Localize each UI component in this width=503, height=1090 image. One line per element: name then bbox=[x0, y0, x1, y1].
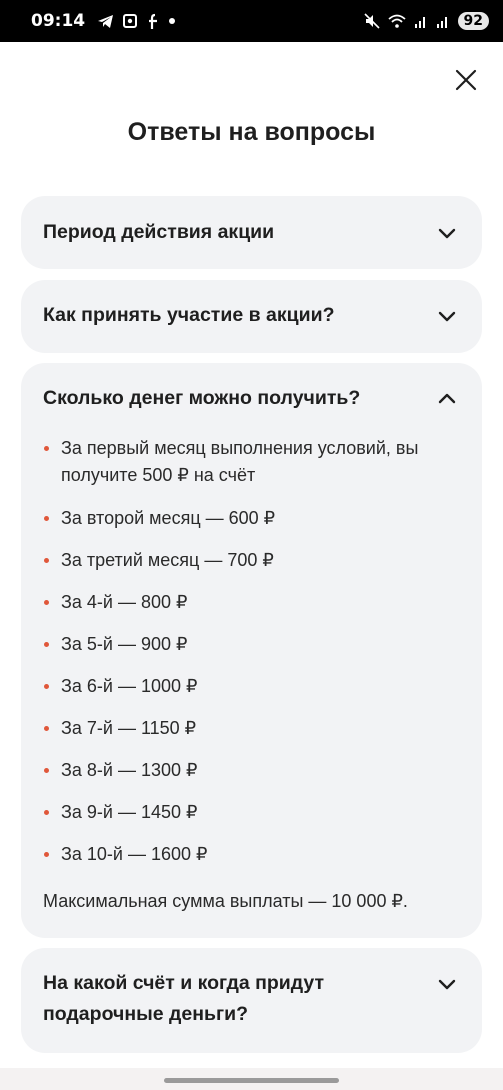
list-item: За 9-й — 1450 ₽ bbox=[43, 799, 460, 826]
chevron-down-icon[interactable] bbox=[436, 973, 458, 995]
chevron-up-icon[interactable] bbox=[436, 387, 458, 409]
faq-question[interactable]: Сколько денег можно получить? bbox=[21, 363, 482, 414]
list-item: За 4-й — 800 ₽ bbox=[43, 589, 460, 616]
status-right-icons: 92 bbox=[363, 12, 489, 30]
wifi-icon bbox=[387, 14, 406, 28]
battery-level: 92 bbox=[457, 12, 489, 30]
dot-icon bbox=[169, 18, 176, 24]
faq-item-participation[interactable]: Как принять участие в акции? bbox=[21, 280, 482, 353]
list-item: За первый месяц выполнения условий, вы п… bbox=[43, 435, 433, 489]
faq-question[interactable]: Как принять участие в акции? bbox=[21, 280, 482, 331]
list-item: За 7-й — 1150 ₽ bbox=[43, 715, 460, 742]
close-icon[interactable] bbox=[450, 64, 482, 96]
home-indicator[interactable] bbox=[164, 1078, 339, 1083]
mute-icon bbox=[363, 13, 380, 29]
faq-item-period[interactable]: Период действия акции bbox=[21, 196, 482, 269]
list-item: За 5-й — 900 ₽ bbox=[43, 631, 460, 658]
faq-item-how-much[interactable]: Сколько денег можно получить? За первый … bbox=[21, 363, 482, 938]
list-item: За 10-й — 1600 ₽ bbox=[43, 841, 460, 868]
status-left-icons bbox=[97, 13, 176, 30]
faq-question[interactable]: На какой счёт и когда придут подарочные … bbox=[21, 948, 421, 1030]
fb-icon bbox=[149, 13, 158, 29]
faq-question[interactable]: Период действия акции bbox=[21, 196, 482, 248]
signal-icon bbox=[414, 17, 425, 28]
list-item: За третий месяц — 700 ₽ bbox=[43, 547, 460, 574]
close-button[interactable] bbox=[450, 64, 482, 96]
chevron-down-icon[interactable] bbox=[436, 222, 458, 244]
payout-list: За первый месяц выполнения условий, вы п… bbox=[21, 435, 482, 868]
faq-item-gift-money[interactable]: На какой счёт и когда придут подарочные … bbox=[21, 948, 482, 1053]
status-bar: 09:14 92 bbox=[0, 0, 503, 42]
signal-icon bbox=[436, 17, 447, 28]
max-sum-note: Максимальная сумма выплаты — 10 000 ₽. bbox=[43, 891, 408, 911]
list-item: За 6-й — 1000 ₽ bbox=[43, 673, 460, 700]
list-item: За второй месяц — 600 ₽ bbox=[43, 505, 460, 532]
chevron-down-icon[interactable] bbox=[436, 305, 458, 327]
telegram-icon bbox=[98, 14, 114, 28]
screenshot-icon bbox=[123, 14, 138, 28]
status-time: 09:14 bbox=[31, 11, 86, 31]
list-item: За 8-й — 1300 ₽ bbox=[43, 757, 460, 784]
page-title: Ответы на вопросы bbox=[127, 118, 376, 146]
